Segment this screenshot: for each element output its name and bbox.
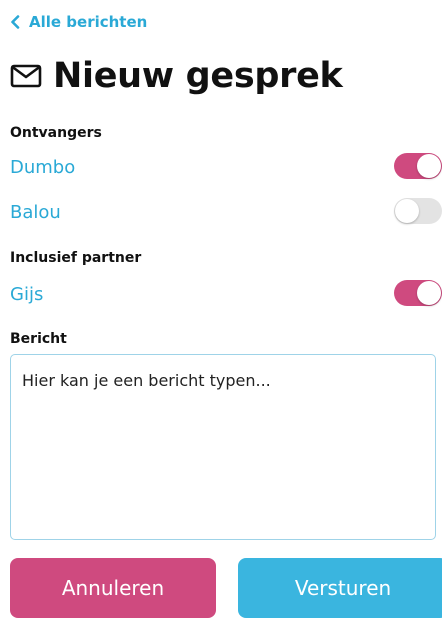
toggle-knob xyxy=(395,199,419,223)
partner-label: Inclusief partner xyxy=(10,250,142,266)
send-button[interactable]: Versturen xyxy=(238,558,442,618)
page-title: Nieuw gesprek xyxy=(10,56,343,96)
message-input[interactable] xyxy=(10,354,436,540)
toggle-gijs[interactable] xyxy=(394,280,442,306)
back-link-label: Alle berichten xyxy=(29,13,148,31)
partner-name-gijs: Gijs xyxy=(10,284,44,305)
envelope-icon xyxy=(10,64,42,88)
message-label: Bericht xyxy=(10,331,67,347)
page-title-text: Nieuw gesprek xyxy=(53,56,343,96)
toggle-knob xyxy=(417,154,441,178)
back-link[interactable]: Alle berichten xyxy=(10,13,147,31)
recipient-name-dumbo: Dumbo xyxy=(10,157,76,178)
recipients-label: Ontvangers xyxy=(10,125,102,141)
cancel-button[interactable]: Annuleren xyxy=(10,558,216,618)
toggle-dumbo[interactable] xyxy=(394,153,442,179)
toggle-balou[interactable] xyxy=(394,198,442,224)
recipient-name-balou: Balou xyxy=(10,202,61,223)
chevron-left-icon xyxy=(11,15,20,29)
toggle-knob xyxy=(417,281,441,305)
